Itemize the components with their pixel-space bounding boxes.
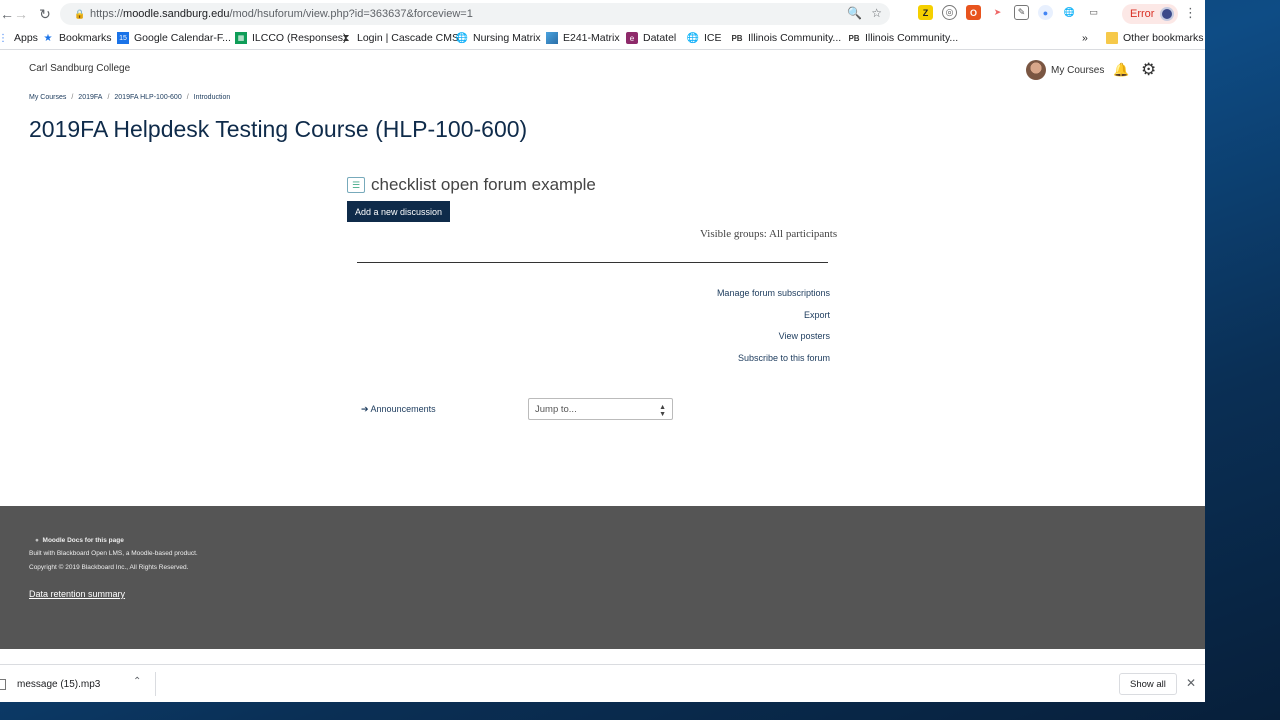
browser-window: ← → ↻ 🔒 https://moodle.sandburg.edu/mod/… xyxy=(0,0,1205,702)
bookmark-ice[interactable]: 🌐 ICE xyxy=(687,32,722,44)
bookmark-illinois-community-1[interactable]: PB Illinois Community... xyxy=(731,32,841,44)
jump-to-select[interactable]: Jump to... ▲ ▼ xyxy=(528,398,673,420)
show-all-button[interactable]: Show all xyxy=(1119,673,1177,695)
breadcrumb-separator: / xyxy=(186,94,189,101)
breadcrumb: My Courses / 2019FA / 2019FA HLP-100-600… xyxy=(29,94,230,101)
forum-title: checklist open forum example xyxy=(371,175,596,194)
data-retention-link[interactable]: Data retention summary xyxy=(29,589,125,599)
url-text: https://moodle.sandburg.edu/mod/hsuforum… xyxy=(90,8,473,20)
page-footer: ● Moodle Docs for this page Built with B… xyxy=(0,506,1205,649)
folder-icon xyxy=(1106,32,1118,44)
pb-icon: PB xyxy=(848,33,860,43)
star-icon: ★ xyxy=(43,32,53,44)
sheets-icon: ▦ xyxy=(235,32,247,44)
extension-icon[interactable]: ✎ xyxy=(1014,5,1029,20)
moodle-docs-link[interactable]: ● Moodle Docs for this page xyxy=(35,537,124,544)
bookmark-bookmarks[interactable]: ★ Bookmarks xyxy=(42,32,112,44)
browser-toolbar: ← → ↻ 🔒 https://moodle.sandburg.edu/mod/… xyxy=(0,0,1205,28)
help-icon: ● xyxy=(35,537,43,544)
lock-icon: 🔒 xyxy=(74,9,86,19)
moodle-page: Carl Sandburg College My Courses 🔔 ⚙ My … xyxy=(0,51,1205,506)
bookmark-datatel[interactable]: e Datatel xyxy=(626,32,676,44)
export-link[interactable]: Export xyxy=(717,310,830,320)
bookmark-cascade[interactable]: ⧗ Login | Cascade CMS xyxy=(340,32,458,44)
bookmark-apps[interactable]: ⋮ Apps xyxy=(0,32,38,44)
download-bar: message (15).mp3 ⌃ Show all ✕ xyxy=(0,664,1205,702)
forum-header: ☰ checklist open forum example xyxy=(347,175,596,195)
copyright-text: Copyright © 2019 Blackboard Inc., All Ri… xyxy=(29,564,189,571)
gear-icon[interactable]: ⚙ xyxy=(1141,60,1156,80)
site-name[interactable]: Carl Sandburg College xyxy=(29,63,130,74)
avatar[interactable] xyxy=(1026,60,1046,80)
extension-icon[interactable]: ➤ xyxy=(990,5,1005,20)
select-arrows-icon: ▲ ▼ xyxy=(659,404,666,418)
image-icon xyxy=(546,32,558,44)
chevron-up-icon[interactable]: ⌃ xyxy=(133,676,141,687)
extension-icon[interactable]: ● xyxy=(1038,5,1053,20)
menu-icon[interactable]: ⋮ xyxy=(1184,5,1197,21)
subscribe-link[interactable]: Subscribe to this forum xyxy=(717,353,830,363)
zotero-extension-icon[interactable]: Z xyxy=(918,5,933,20)
add-discussion-button[interactable]: Add a new discussion xyxy=(347,201,451,222)
cast-extension-icon[interactable]: ▭ xyxy=(1086,5,1101,20)
bookmark-ilcco[interactable]: ▦ ILCCO (Responses) xyxy=(235,32,347,44)
breadcrumb-course[interactable]: 2019FA HLP-100-600 xyxy=(114,94,181,101)
user-menu[interactable]: My Courses xyxy=(1026,60,1104,80)
forum-icon: ☰ xyxy=(347,177,365,193)
bookmark-e241-matrix[interactable]: E241-Matrix xyxy=(546,32,620,44)
bookmarks-overflow-chevron-icon[interactable]: » xyxy=(1082,32,1088,44)
profile-avatar xyxy=(1160,7,1174,21)
breadcrumb-my-courses[interactable]: My Courses xyxy=(29,94,66,101)
divider xyxy=(357,262,828,263)
pb-icon: PB xyxy=(731,33,743,43)
cascade-icon: ⧗ xyxy=(342,32,350,44)
breadcrumb-term[interactable]: 2019FA xyxy=(78,94,102,101)
view-posters-link[interactable]: View posters xyxy=(717,331,830,341)
bell-icon[interactable]: 🔔 xyxy=(1113,62,1129,78)
file-icon xyxy=(0,679,6,690)
reload-button[interactable]: ↻ xyxy=(34,3,56,25)
globe-extension-icon[interactable]: 🌐 xyxy=(1062,5,1077,20)
page-title: 2019FA Helpdesk Testing Course (HLP-100-… xyxy=(29,116,528,142)
forward-button[interactable]: → xyxy=(10,3,32,25)
bookmark-nursing-matrix[interactable]: 🌐 Nursing Matrix xyxy=(456,32,541,44)
error-label: Error xyxy=(1130,8,1155,20)
previous-activity-link[interactable]: ➔ Announcements xyxy=(361,404,436,415)
bookmark-star-icon[interactable]: ☆ xyxy=(871,6,882,20)
apps-grid-icon: ⋮ xyxy=(0,32,8,44)
extensions: Z ◎ O ➤ ✎ ● 🌐 ▭ xyxy=(918,5,1101,20)
built-with-text: Built with Blackboard Open LMS, a Moodle… xyxy=(29,550,198,557)
breadcrumb-section[interactable]: Introduction xyxy=(194,94,231,101)
bookmark-google-calendar[interactable]: 15 Google Calendar-F... xyxy=(117,32,231,44)
datatel-icon: e xyxy=(626,32,638,44)
globe-icon: 🌐 xyxy=(686,32,700,44)
zoom-icon[interactable]: 🔍 xyxy=(847,6,862,20)
extension-icon[interactable]: ◎ xyxy=(942,5,957,20)
forum-actions: Manage forum subscriptions Export View p… xyxy=(717,288,830,374)
jump-to-value: Jump to... xyxy=(535,403,577,415)
globe-icon: 🌐 xyxy=(455,32,469,44)
divider xyxy=(155,672,156,696)
profile-error-chip[interactable]: Error xyxy=(1122,4,1178,24)
visible-groups-text: Visible groups: All participants xyxy=(700,228,838,240)
my-courses-link[interactable]: My Courses xyxy=(1051,65,1104,76)
breadcrumb-separator: / xyxy=(71,94,74,101)
bookmarks-bar: ⋮ Apps ★ Bookmarks 15 Google Calendar-F... … xyxy=(0,28,1205,50)
bookmark-other[interactable]: Other bookmarks xyxy=(1106,32,1204,44)
bookmark-illinois-community-2[interactable]: PB Illinois Community... xyxy=(848,32,958,44)
download-item[interactable]: message (15).mp3 xyxy=(17,679,100,690)
address-bar[interactable]: 🔒 https://moodle.sandburg.edu/mod/hsufor… xyxy=(60,3,890,25)
calendar-icon: 15 xyxy=(117,32,129,44)
manage-subscriptions-link[interactable]: Manage forum subscriptions xyxy=(717,288,830,298)
office-extension-icon[interactable]: O xyxy=(966,5,981,20)
breadcrumb-separator: / xyxy=(107,94,110,101)
close-icon[interactable]: ✕ xyxy=(1186,676,1196,690)
